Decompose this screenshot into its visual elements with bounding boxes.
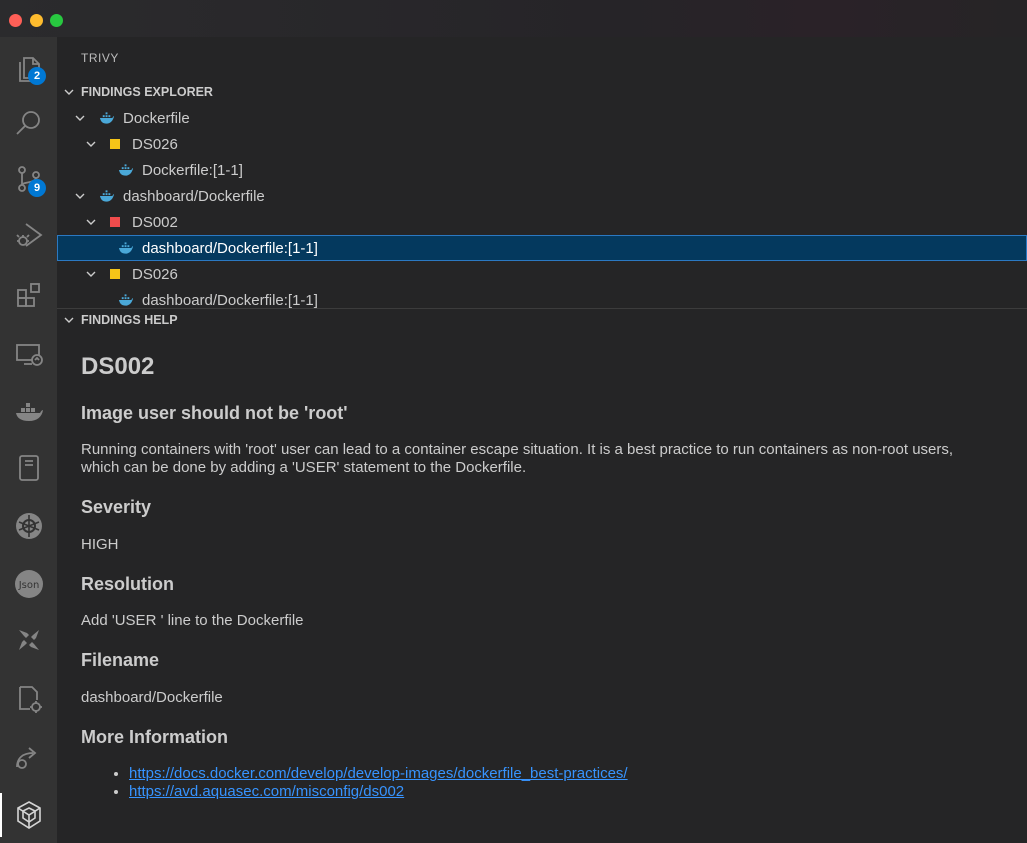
tree-item-dockerfile[interactable]: Dockerfile	[57, 105, 1027, 131]
docker-file-icon	[118, 240, 134, 256]
findings-help-title: FINDINGS HELP	[81, 313, 178, 327]
docker-file-icon	[99, 188, 115, 204]
activity-run-debug[interactable]	[0, 207, 57, 263]
tree-item-location-selected[interactable]: dashboard/Dockerfile:[1-1]	[57, 235, 1027, 261]
tree-item-label: DS002	[132, 213, 178, 231]
chevron-down-icon	[72, 188, 88, 204]
source-control-badge: 9	[28, 179, 46, 197]
activity-settings-sync[interactable]	[0, 671, 57, 727]
avd-ds002-link[interactable]: https://avd.aquasec.com/misconfig/ds002	[129, 783, 404, 800]
activity-remote-explorer[interactable]	[0, 326, 57, 382]
notebook-icon	[18, 455, 39, 481]
activity-search[interactable]	[0, 95, 57, 151]
zoom-window-button[interactable]	[50, 14, 63, 27]
activity-explorer[interactable]: 2	[0, 39, 57, 95]
tree-item-label: Dockerfile:[1-1]	[142, 161, 243, 179]
activity-tools[interactable]	[0, 612, 57, 668]
chevron-down-icon	[83, 214, 99, 230]
severity-heading: Severity	[81, 497, 152, 517]
chevron-down-icon	[83, 266, 99, 282]
severity-value: HIGH	[81, 536, 119, 553]
activity-bar: 2 9 Json	[0, 37, 57, 843]
minimize-window-button[interactable]	[30, 14, 43, 27]
live-share-icon	[15, 747, 36, 769]
docker-file-icon	[118, 162, 134, 178]
run-debug-icon	[15, 223, 43, 247]
search-icon	[15, 111, 40, 135]
findings-help-panel: DS002 Image user should not be 'root' Ru…	[81, 347, 1027, 843]
chevron-down-icon	[72, 110, 88, 126]
activity-trivy[interactable]	[0, 787, 57, 843]
filename-heading: Filename	[81, 650, 160, 670]
tree-item-location[interactable]: Dockerfile:[1-1]	[57, 157, 1027, 183]
tree-item-label: DS026	[132, 265, 178, 283]
chevron-down-icon	[57, 86, 81, 98]
sidebar: TRIVY FINDINGS EXPLORER Dockerfile DS026…	[57, 37, 1027, 843]
tree-item-label: Dockerfile	[123, 109, 190, 127]
severity-high-icon	[107, 214, 123, 230]
activity-live-share[interactable]	[0, 729, 57, 785]
filename-value: dashboard/Dockerfile	[81, 689, 223, 706]
findings-tree: Dockerfile DS026 Dockerfile:[1-1] dashbo…	[57, 105, 1027, 308]
resolution-heading: Resolution	[81, 574, 174, 594]
tree-item-finding[interactable]: DS026	[57, 261, 1027, 287]
more-information-links: https://docs.docker.com/develop/develop-…	[129, 765, 628, 801]
findings-explorer-title: FINDINGS EXPLORER	[81, 85, 213, 99]
chevron-down-icon	[57, 314, 81, 326]
activity-source-control[interactable]: 9	[0, 151, 57, 207]
finding-title: Image user should not be 'root'	[81, 403, 348, 423]
tree-item-finding[interactable]: DS002	[57, 209, 1027, 235]
more-information-heading: More Information	[81, 727, 228, 747]
severity-medium-icon	[107, 136, 123, 152]
tree-item-label: dashboard/Dockerfile:[1-1]	[142, 291, 318, 309]
docker-file-icon	[118, 292, 134, 308]
explorer-badge: 2	[28, 67, 46, 85]
findings-help-header[interactable]: FINDINGS HELP	[57, 309, 1027, 331]
json-icon: Json	[14, 570, 43, 598]
docker-best-practices-link[interactable]: https://docs.docker.com/develop/develop-…	[129, 765, 628, 782]
docker-file-icon	[99, 110, 115, 126]
close-window-button[interactable]	[9, 14, 22, 27]
activity-kubernetes[interactable]	[0, 498, 57, 554]
tree-item-label: dashboard/Dockerfile:[1-1]	[142, 239, 318, 257]
activity-json[interactable]: Json	[0, 556, 57, 612]
finding-description-line1: Running containers with 'root' user can …	[81, 441, 954, 458]
sidebar-title: TRIVY	[81, 51, 119, 65]
finding-id-heading: DS002	[81, 353, 155, 380]
chevron-down-icon	[83, 136, 99, 152]
kubernetes-icon	[15, 513, 42, 539]
activity-extensions[interactable]	[0, 267, 57, 323]
tree-item-label: dashboard/Dockerfile	[123, 187, 265, 205]
findings-explorer-header[interactable]: FINDINGS EXPLORER	[57, 81, 1027, 103]
list-item: https://avd.aquasec.com/misconfig/ds002	[129, 783, 628, 801]
list-item: https://docs.docker.com/develop/develop-…	[129, 765, 628, 783]
remote-explorer-icon	[15, 344, 43, 366]
finding-description-line2: which can be done by adding a 'USER' sta…	[81, 459, 527, 476]
activity-docker[interactable]	[0, 384, 57, 440]
svg-text:Json: Json	[17, 580, 39, 591]
title-bar	[0, 0, 1027, 37]
extensions-icon	[16, 283, 40, 307]
docker-icon	[15, 403, 43, 421]
tree-item-location[interactable]: dashboard/Dockerfile:[1-1]	[57, 287, 1027, 308]
tree-item-dashboard-dockerfile[interactable]: dashboard/Dockerfile	[57, 183, 1027, 209]
trivy-icon	[16, 801, 41, 829]
tools-icon	[18, 630, 39, 650]
activity-notebook[interactable]	[0, 440, 57, 496]
resolution-value: Add 'USER ' line to the Dockerfile	[81, 612, 304, 629]
tree-item-label: DS026	[132, 135, 178, 153]
tree-item-finding[interactable]: DS026	[57, 131, 1027, 157]
file-settings-icon	[18, 686, 42, 713]
severity-medium-icon	[107, 266, 123, 282]
